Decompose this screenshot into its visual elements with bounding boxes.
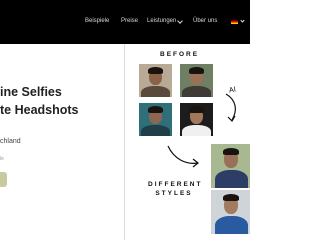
after-label-line1: DIFFERENT bbox=[148, 181, 203, 188]
curved-arrow-icon bbox=[167, 145, 199, 168]
before-label: BEFORE bbox=[160, 51, 200, 58]
chevron-down-icon[interactable] bbox=[240, 18, 245, 23]
curved-arrow-icon bbox=[225, 93, 236, 122]
hero-headline-line1: ine Selfies bbox=[0, 85, 62, 99]
hero-small-text: le bbox=[0, 156, 4, 162]
before-photo-3 bbox=[139, 103, 172, 136]
hero-headline-line2: te Headshots bbox=[0, 103, 79, 117]
hero-subline: chland bbox=[0, 138, 21, 145]
navbar: Beispiele Preise Leistungen Über uns bbox=[0, 0, 250, 44]
german-flag-icon[interactable] bbox=[231, 19, 238, 24]
before-photo-2 bbox=[180, 64, 213, 97]
nav-link-leistungen[interactable]: Leistungen bbox=[147, 17, 176, 25]
ai-label: AI bbox=[228, 85, 237, 95]
nav-link-beispiele[interactable]: Beispiele bbox=[85, 17, 109, 25]
nav-link-ueber-uns[interactable]: Über uns bbox=[193, 17, 217, 25]
after-photo-2 bbox=[211, 190, 250, 234]
chevron-down-icon[interactable] bbox=[177, 18, 183, 24]
cta-button[interactable] bbox=[0, 172, 7, 187]
before-photo-1 bbox=[139, 64, 172, 97]
divider bbox=[124, 44, 125, 240]
after-photo-1 bbox=[211, 144, 250, 188]
nav-link-preise[interactable]: Preise bbox=[121, 17, 138, 25]
after-label-line2: STYLES bbox=[155, 190, 193, 197]
before-photo-4 bbox=[180, 103, 213, 136]
